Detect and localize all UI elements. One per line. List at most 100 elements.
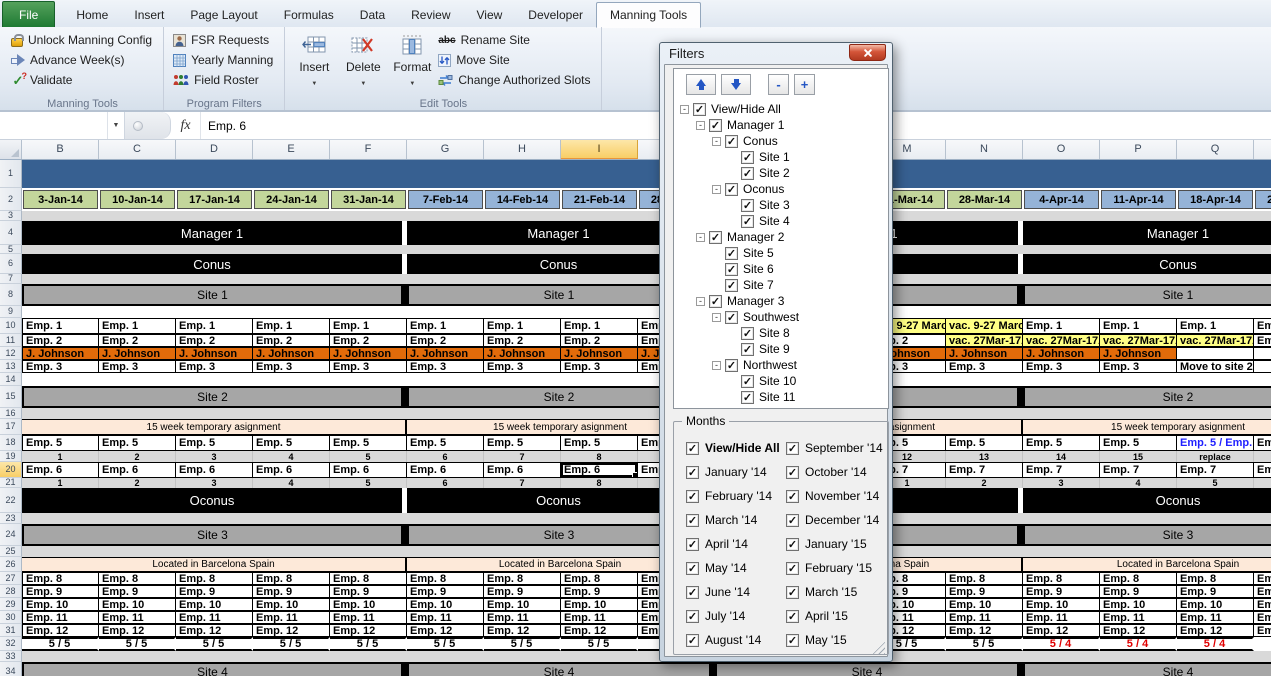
tab-file[interactable]: File	[2, 1, 55, 27]
checkbox-checked-icon[interactable]	[786, 538, 799, 551]
cell-Q30[interactable]: Emp. 11	[1177, 611, 1254, 624]
cell-E10[interactable]: Emp. 1	[253, 318, 330, 334]
cell-F31[interactable]: Emp. 12	[330, 624, 407, 637]
cell-E19[interactable]: 4	[253, 451, 330, 462]
row-header-11[interactable]: 11	[0, 334, 22, 347]
cell-O21[interactable]: 3	[1023, 478, 1100, 488]
date-cell-N2[interactable]: 28-Mar-14	[947, 190, 1022, 209]
cell-D21[interactable]: 3	[176, 478, 253, 488]
cell-H19[interactable]: 7	[484, 451, 561, 462]
cell-F32[interactable]: 5 / 5	[330, 637, 407, 651]
select-all-corner[interactable]	[0, 140, 22, 159]
cell-C10[interactable]: Emp. 1	[99, 318, 176, 334]
month-checkbox-july-14[interactable]: July '14	[686, 604, 780, 628]
cell-N11[interactable]: vac. 27Mar-17Apr	[946, 334, 1023, 347]
checkbox-checked-icon[interactable]	[725, 311, 738, 324]
row-header-8[interactable]: 8	[0, 284, 22, 306]
merged-bar-located-in-barcelona-spain[interactable]: Located in Barcelona Spain	[1023, 558, 1271, 571]
cell-P21[interactable]: 4	[1100, 478, 1177, 488]
row-header-31[interactable]: 31	[0, 624, 22, 637]
tree-item-manager-3[interactable]: Manager 3	[674, 293, 888, 309]
merged-bar-oconus[interactable]: Oconus	[1023, 488, 1271, 513]
month-checkbox-may-15[interactable]: May '15	[786, 628, 883, 652]
checkbox-checked-icon[interactable]	[725, 183, 738, 196]
cell-E18[interactable]: Emp. 5	[253, 435, 330, 451]
checkbox-checked-icon[interactable]	[725, 263, 738, 276]
cell-E27[interactable]: Emp. 8	[253, 572, 330, 585]
validate-button[interactable]: ✓?Validate	[8, 72, 155, 88]
row-header-34[interactable]: 34	[0, 662, 22, 676]
row-header-30[interactable]: 30	[0, 611, 22, 624]
row-header-2[interactable]: 2	[0, 188, 22, 211]
cell-G10[interactable]: Emp. 1	[407, 318, 484, 334]
row-header-4[interactable]: 4	[0, 221, 22, 245]
merged-bar-conus[interactable]: Conus	[1023, 254, 1271, 274]
checkbox-checked-icon[interactable]	[709, 119, 722, 132]
cell-B28[interactable]: Emp. 9	[22, 585, 99, 598]
cell-D12[interactable]: J. Johnson	[176, 347, 253, 360]
cell-Q29[interactable]: Emp. 10	[1177, 598, 1254, 611]
cell-R31[interactable]: Emp. 12	[1254, 624, 1271, 637]
cell-E29[interactable]: Emp. 10	[253, 598, 330, 611]
tab-manning-tools[interactable]: Manning Tools	[596, 2, 701, 28]
cell-G29[interactable]: Emp. 10	[407, 598, 484, 611]
cell-O29[interactable]: Emp. 10	[1023, 598, 1100, 611]
checkbox-checked-icon[interactable]	[686, 610, 699, 623]
merged-bar-manager-1[interactable]: Manager 1	[1023, 221, 1271, 245]
merged-bar-site-3[interactable]: Site 3	[1023, 524, 1271, 546]
checkbox-checked-icon[interactable]	[709, 295, 722, 308]
tree-item-northwest[interactable]: Northwest	[674, 357, 888, 373]
cell-O10[interactable]: Emp. 1	[1023, 318, 1100, 334]
cell-N29[interactable]: Emp. 10	[946, 598, 1023, 611]
cell-F28[interactable]: Emp. 9	[330, 585, 407, 598]
tree-item-conus[interactable]: Conus	[674, 133, 888, 149]
cell-P12[interactable]: J. Johnson	[1100, 347, 1177, 360]
row-header-6[interactable]: 6	[0, 254, 22, 274]
checkbox-checked-icon[interactable]	[725, 359, 738, 372]
checkbox-checked-icon[interactable]	[786, 586, 799, 599]
checkbox-checked-icon[interactable]	[725, 279, 738, 292]
tree-expander-icon[interactable]	[712, 185, 721, 194]
cell-C30[interactable]: Emp. 11	[99, 611, 176, 624]
merged-bar-site-4[interactable]: Site 4	[1023, 662, 1271, 676]
cell-D19[interactable]: 3	[176, 451, 253, 462]
cell-R12[interactable]	[1254, 347, 1271, 360]
month-checkbox-march-14[interactable]: March '14	[686, 508, 780, 532]
cell-O28[interactable]: Emp. 9	[1023, 585, 1100, 598]
tree-expander-icon[interactable]	[696, 121, 705, 130]
row-header-1[interactable]: 1	[0, 160, 22, 188]
dialog-titlebar[interactable]: Filters	[664, 43, 888, 64]
cell-E11[interactable]: Emp. 2	[253, 334, 330, 347]
cell-O11[interactable]: vac. 27Mar-17Apr	[1023, 334, 1100, 347]
cell-I19[interactable]: 8	[561, 451, 638, 462]
row-header-22[interactable]: 22	[0, 488, 22, 513]
checkbox-checked-icon[interactable]	[786, 514, 799, 527]
merged-bar-15-week-temporary-asignment[interactable]: 15 week temporary asignment	[1023, 420, 1271, 434]
month-checkbox-february-14[interactable]: February '14	[686, 484, 780, 508]
cell-B10[interactable]: Emp. 1	[22, 318, 99, 334]
cell-Q19[interactable]: replace	[1177, 451, 1254, 462]
advance-week-s-button[interactable]: Advance Week(s)	[8, 52, 155, 68]
cell-R30[interactable]: Emp. 11	[1254, 611, 1271, 624]
row-header-12[interactable]: 12	[0, 347, 22, 360]
cell-I13[interactable]: Emp. 3	[561, 360, 638, 373]
cell-E20[interactable]: Emp. 6	[253, 462, 330, 478]
cell-P11[interactable]: vac. 27Mar-17Apr	[1100, 334, 1177, 347]
cell-E13[interactable]: Emp. 3	[253, 360, 330, 373]
merged-bar-15-week-temporary-asignment[interactable]: 15 week temporary asignment	[22, 420, 407, 434]
tree-item-site-9[interactable]: Site 9	[674, 341, 888, 357]
cell-G20[interactable]: Emp. 6	[407, 462, 484, 478]
tree-item-site-8[interactable]: Site 8	[674, 325, 888, 341]
cell-P30[interactable]: Emp. 11	[1100, 611, 1177, 624]
date-cell-R2[interactable]: 25-Apr-14	[1255, 190, 1271, 209]
row-header-33[interactable]: 33	[0, 651, 22, 662]
cell-G21[interactable]: 6	[407, 478, 484, 488]
column-header-G[interactable]: G	[407, 140, 484, 159]
cell-D29[interactable]: Emp. 10	[176, 598, 253, 611]
column-header-H[interactable]: H	[484, 140, 561, 159]
cell-G31[interactable]: Emp. 12	[407, 624, 484, 637]
merged-bar-site-4[interactable]: Site 4	[22, 662, 407, 676]
cell-C29[interactable]: Emp. 10	[99, 598, 176, 611]
insert-button[interactable]: Insert	[291, 30, 337, 96]
checkbox-checked-icon[interactable]	[686, 466, 699, 479]
